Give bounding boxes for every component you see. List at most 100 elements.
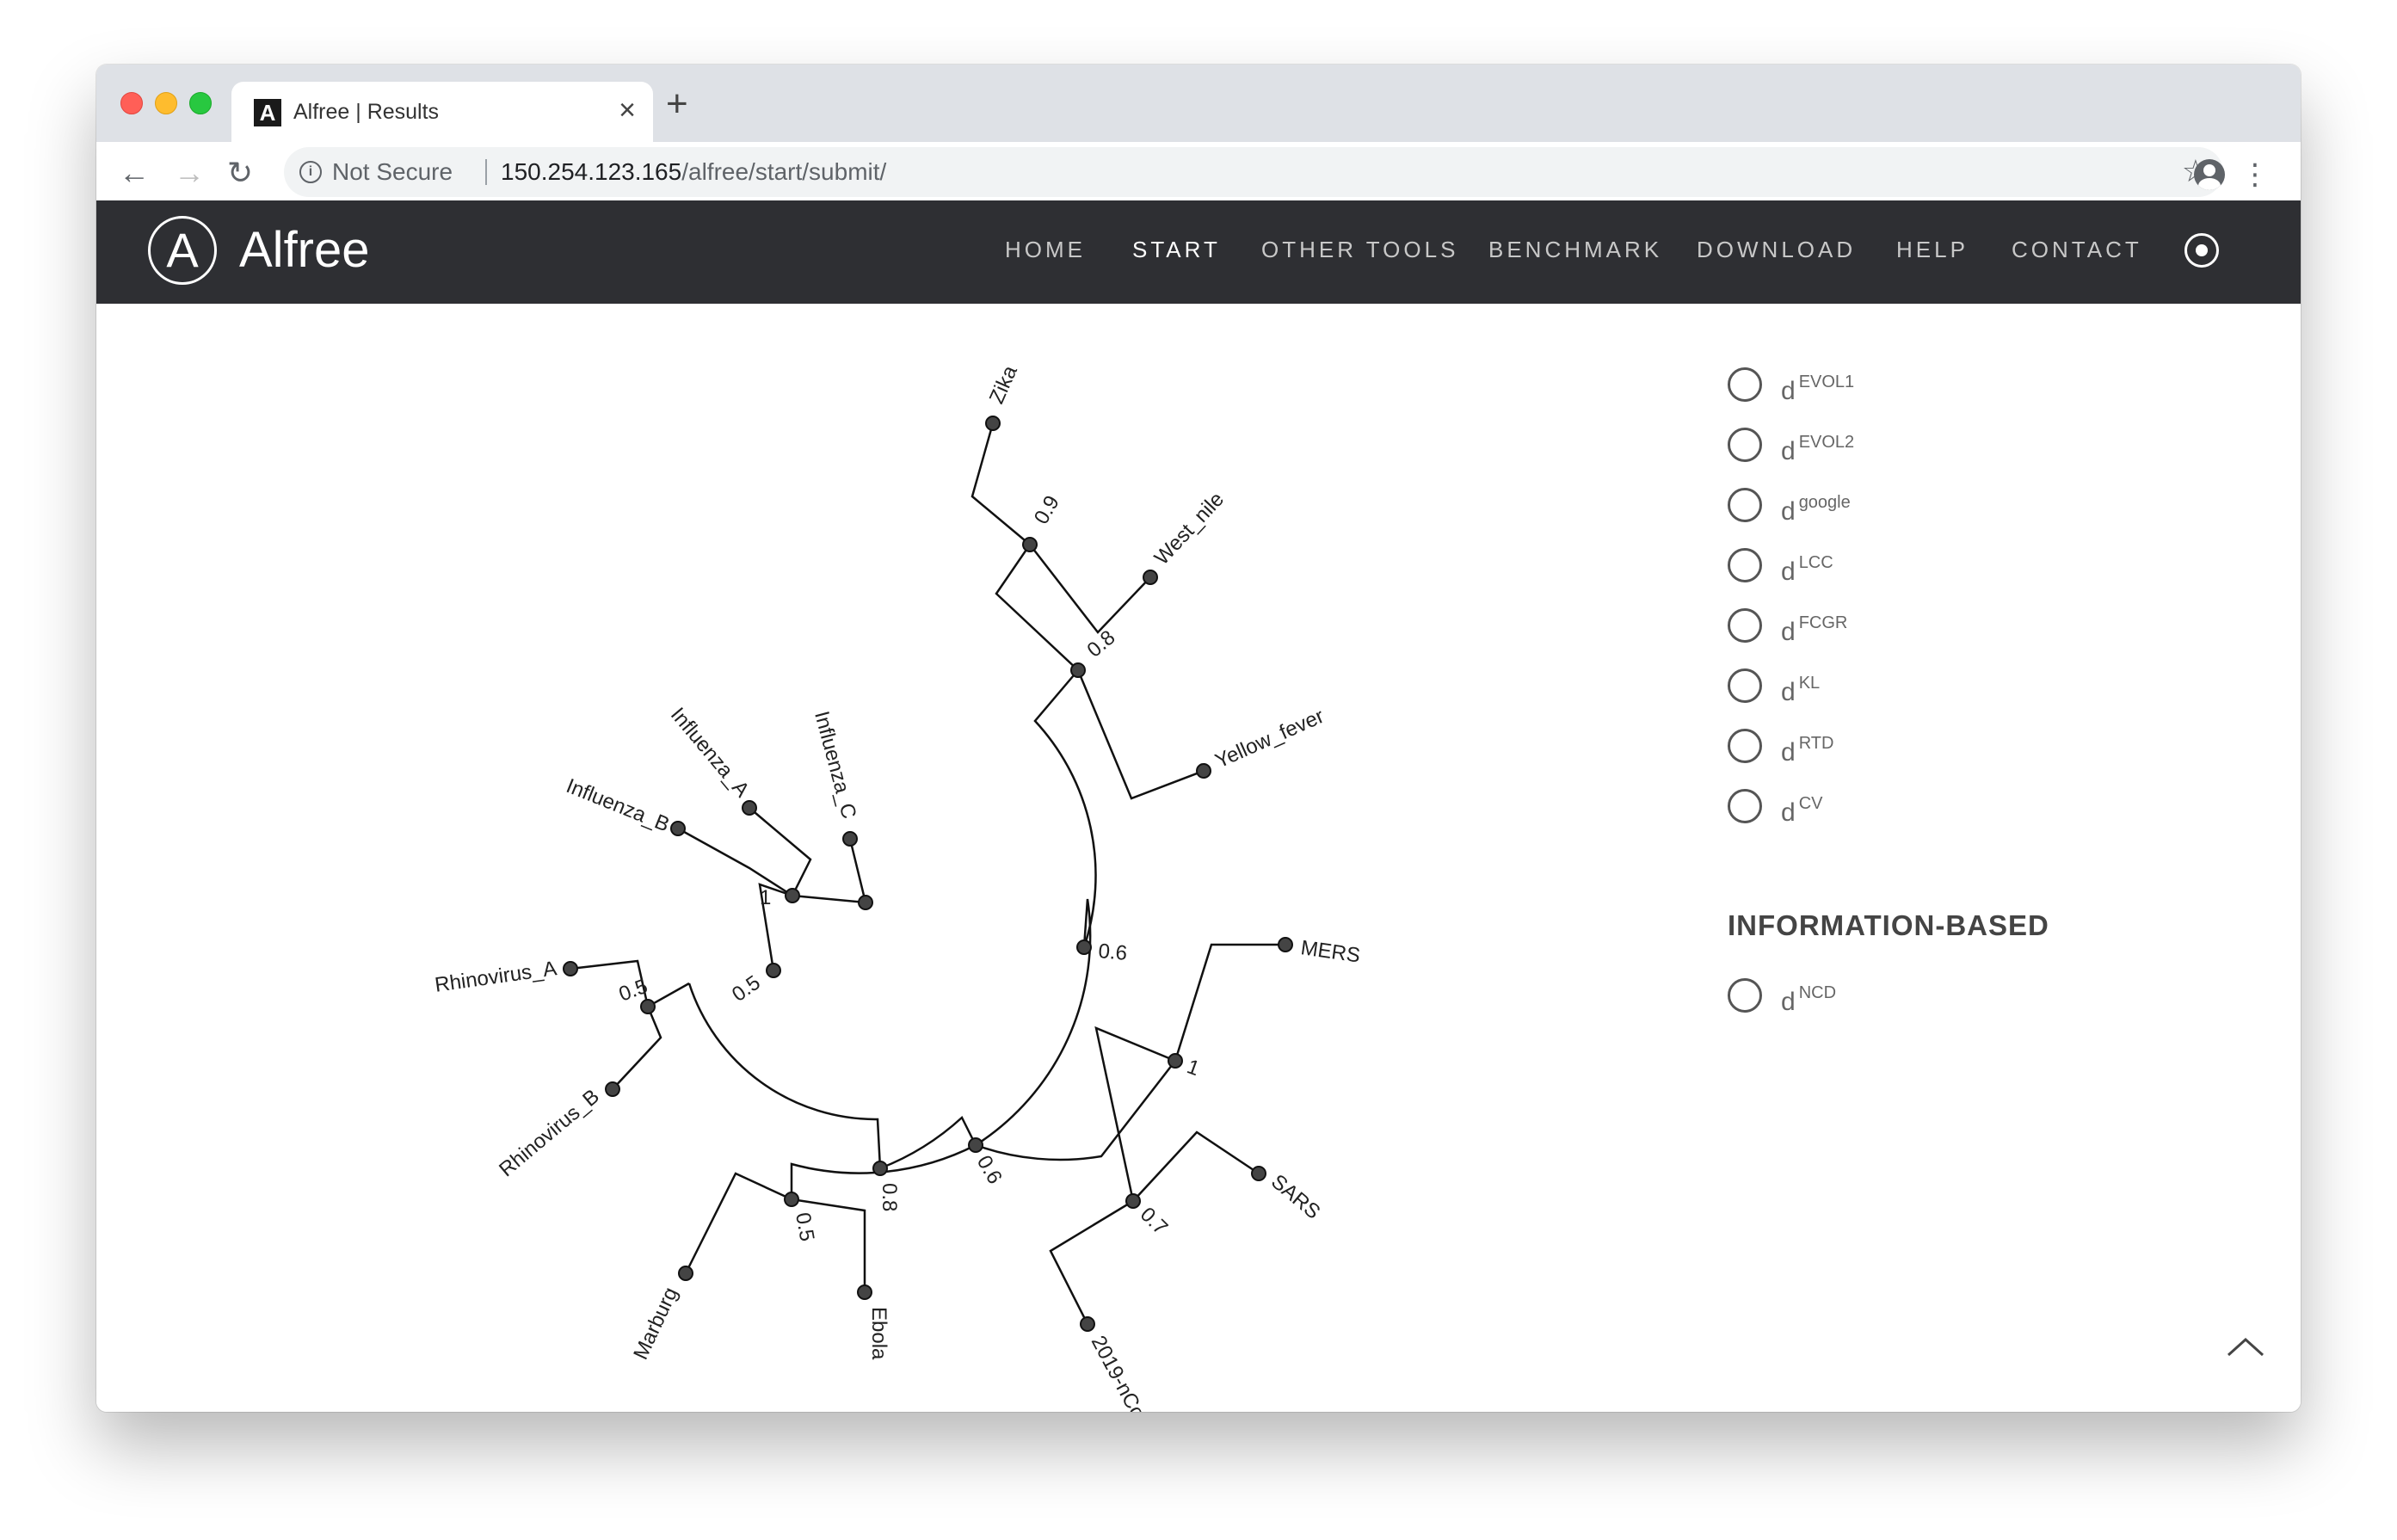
- nav-contact[interactable]: CONTACT: [2012, 237, 2142, 263]
- minimize-window-button[interactable]: [155, 92, 177, 114]
- leaf-node-rhinovirus-b[interactable]: [605, 1081, 620, 1097]
- internal-node[interactable]: [785, 888, 800, 903]
- nav-other-tools[interactable]: OTHER TOOLS: [1261, 237, 1458, 263]
- kebab-menu-icon[interactable]: ⋮: [2240, 157, 2270, 192]
- leaf-node-west-nile[interactable]: [1143, 570, 1158, 585]
- close-window-button[interactable]: [120, 92, 143, 114]
- address-bar[interactable]: i Not Secure 150.254.123.165/alfree/star…: [284, 147, 2223, 197]
- tree-branches: [570, 422, 1285, 1325]
- browser-tab[interactable]: A Alfree | Results ×: [231, 82, 653, 142]
- measure-label: d google: [1781, 493, 1851, 527]
- measure-prefix: d: [1781, 437, 1796, 465]
- leaf-node-yellow-fever[interactable]: [1196, 763, 1211, 779]
- url-host: 150.254.123.165: [501, 158, 682, 185]
- branch-rhinovirus-b: [612, 1006, 662, 1090]
- leaf-label-mers: MERS: [1299, 936, 1361, 967]
- leaf-node-marburg[interactable]: [678, 1266, 693, 1281]
- measure-name: FCGR: [1798, 613, 1848, 632]
- leaf-label-ebola: Ebola: [867, 1307, 890, 1360]
- radio-icon[interactable]: [1728, 729, 1762, 763]
- leaf-node-zika[interactable]: [985, 416, 1001, 431]
- leaf-label-influenza-b: Influenza_B: [563, 774, 673, 837]
- support-label: 0.5: [728, 971, 765, 1007]
- logo-icon[interactable]: A: [148, 216, 217, 285]
- branch-mers: [1174, 943, 1285, 1062]
- leaf-label-rhinovirus-a: Rhinovirus_A: [434, 957, 558, 997]
- internal-node[interactable]: [858, 895, 873, 910]
- leaf-node-sars[interactable]: [1251, 1166, 1266, 1181]
- url-path: /alfree/start/submit/: [681, 158, 887, 185]
- phylogenetic-tree: Zika West_nile Yellow_fever MERS SARS 20…: [434, 361, 1362, 1412]
- support-label: 1: [760, 886, 771, 909]
- leaf-node-influenza-a[interactable]: [742, 800, 757, 816]
- internal-node[interactable]: [968, 1137, 983, 1153]
- measure-label: d EVOL1: [1781, 373, 1854, 406]
- internal-node[interactable]: [766, 963, 781, 978]
- reload-icon[interactable]: ↻: [227, 156, 253, 190]
- internal-node[interactable]: [1070, 662, 1086, 678]
- internal-node[interactable]: [1076, 939, 1092, 955]
- internal-node[interactable]: [1022, 537, 1038, 552]
- leaf-label-west-nile: West_nile: [1150, 488, 1229, 570]
- leaf-node-influenza-b[interactable]: [670, 821, 686, 836]
- branch-marburg: [684, 1172, 792, 1274]
- leaf-label-2019-ncov: 2019-nCoV: [1087, 1332, 1156, 1412]
- leaf-label-rhinovirus-b: Rhinovirus_B: [495, 1085, 604, 1181]
- internal-node[interactable]: [640, 999, 656, 1014]
- info-icon[interactable]: i: [299, 161, 322, 183]
- support-label: 1: [1184, 1055, 1203, 1081]
- radio-icon[interactable]: [1728, 608, 1762, 643]
- nav-benchmark[interactable]: BENCHMARK: [1488, 237, 1662, 263]
- radio-icon[interactable]: [1728, 789, 1762, 823]
- maximize-window-button[interactable]: [189, 92, 212, 114]
- account-icon[interactable]: [2194, 159, 2225, 190]
- radio-icon[interactable]: [1728, 488, 1762, 522]
- radio-icon[interactable]: [1728, 367, 1762, 402]
- radio-icon[interactable]: [1728, 548, 1762, 582]
- nav-start[interactable]: START: [1132, 237, 1221, 263]
- measure-label: d NCD: [1781, 983, 1836, 1017]
- measure-label: d LCC: [1781, 553, 1833, 587]
- section-heading-information-based: INFORMATION-BASED: [1728, 909, 2049, 941]
- support-label: 0.8: [1083, 625, 1120, 662]
- radio-icon[interactable]: [1728, 978, 1762, 1013]
- tab-close-icon[interactable]: ×: [619, 95, 636, 125]
- measure-label: d KL: [1781, 674, 1820, 707]
- leaf-node-mers[interactable]: [1278, 937, 1293, 952]
- leaf-node-2019-ncov[interactable]: [1080, 1316, 1095, 1332]
- leaf-node-ebola[interactable]: [857, 1284, 872, 1300]
- branch-root-right: [975, 898, 1092, 1147]
- back-arrow-icon[interactable]: ←: [119, 156, 150, 190]
- internal-node[interactable]: [784, 1192, 799, 1207]
- radio-icon[interactable]: [1728, 428, 1762, 462]
- leaf-label-yellow-fever: Yellow_fever: [1211, 705, 1327, 773]
- measure-label: d CV: [1781, 794, 1822, 828]
- scroll-to-top-icon[interactable]: [2220, 1329, 2271, 1364]
- browser-window: A Alfree | Results × + ← → ↻ i Not Secur…: [96, 65, 2301, 1412]
- measure-prefix: d: [1781, 557, 1796, 586]
- target-icon[interactable]: [2184, 233, 2219, 268]
- internal-node[interactable]: [1125, 1193, 1141, 1209]
- leaf-label-influenza-a: Influenza_A: [666, 703, 754, 801]
- url-text[interactable]: 150.254.123.165/alfree/start/submit/: [501, 158, 886, 186]
- branch-mers-sars-to-0.6: [975, 1060, 1176, 1161]
- measure-label: d FCGR: [1781, 613, 1847, 647]
- nav-download[interactable]: DOWNLOAD: [1697, 237, 1856, 263]
- branch-yellow-fever: [1076, 669, 1205, 800]
- nav-home[interactable]: HOME: [1005, 237, 1086, 263]
- internal-node[interactable]: [1168, 1053, 1183, 1069]
- radio-icon[interactable]: [1728, 668, 1762, 703]
- internal-node[interactable]: [872, 1161, 888, 1176]
- leaf-label-influenza-c: Influenza_C: [810, 709, 860, 822]
- site-navbar: A Alfree HOME START OTHER TOOLS BENCHMAR…: [96, 200, 2301, 304]
- logo-text[interactable]: Alfree: [239, 221, 370, 280]
- branch-influenza-c: [792, 838, 867, 904]
- measure-name: KL: [1798, 674, 1821, 693]
- measure-name: RTD: [1798, 734, 1834, 753]
- branch-influenza-b: [677, 827, 793, 897]
- forward-arrow-icon[interactable]: →: [174, 156, 205, 190]
- leaf-node-influenza-c[interactable]: [842, 831, 858, 847]
- leaf-node-rhinovirus-a[interactable]: [563, 961, 578, 976]
- new-tab-icon[interactable]: +: [666, 85, 688, 123]
- nav-help[interactable]: HELP: [1896, 237, 1969, 263]
